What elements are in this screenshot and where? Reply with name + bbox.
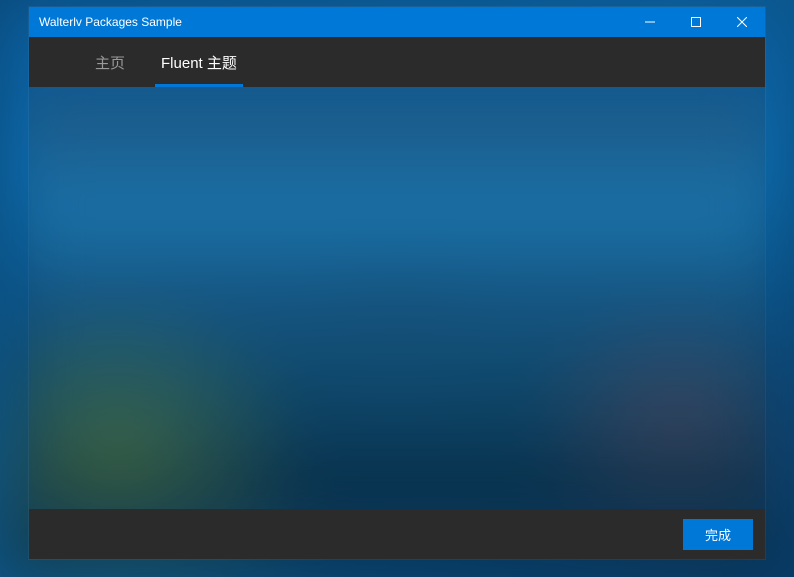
minimize-button[interactable] [627,7,673,37]
minimize-icon [645,17,655,27]
tab-home-label: 主页 [95,52,125,73]
done-button[interactable]: 完成 [683,519,753,550]
content-overlay [29,87,765,509]
tabbar: 主页 Fluent 主题 [29,37,765,87]
maximize-icon [691,17,701,27]
tab-fluent-label: Fluent 主题 [161,52,237,73]
window-controls [627,7,765,37]
app-window: Walterlv Packages Sample 主页 Fluent 主题 完成 [29,7,765,559]
footer: 完成 [29,509,765,559]
maximize-button[interactable] [673,7,719,37]
close-button[interactable] [719,7,765,37]
window-title: Walterlv Packages Sample [39,15,182,29]
tab-home[interactable]: 主页 [77,37,143,87]
content-area [29,87,765,509]
titlebar[interactable]: Walterlv Packages Sample [29,7,765,37]
tab-fluent[interactable]: Fluent 主题 [143,37,255,87]
close-icon [737,17,747,27]
